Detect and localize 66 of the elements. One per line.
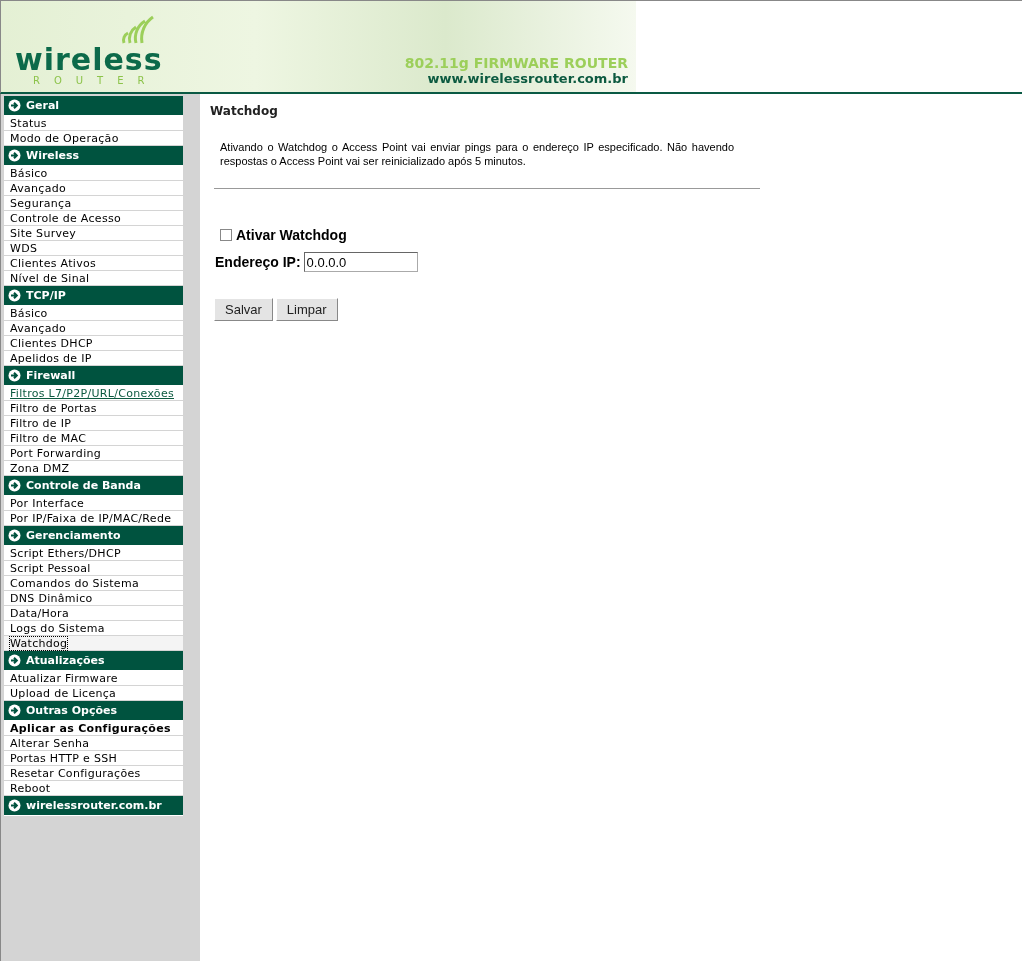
sidebar-section-header[interactable]: Atualizações	[4, 651, 183, 671]
sidebar-item[interactable]: Atualizar Firmware	[4, 671, 183, 686]
sidebar-item[interactable]: Resetar Configurações	[4, 766, 183, 781]
sidebar-item[interactable]: Upload de Licença	[4, 686, 183, 701]
sidebar-item[interactable]: Clientes Ativos	[4, 256, 183, 271]
sidebar-item[interactable]: Aplicar as Configurações	[4, 721, 183, 736]
sidebar-item[interactable]: Port Forwarding	[4, 446, 183, 461]
form-button[interactable]: Limpar	[275, 298, 338, 321]
sidebar-item[interactable]: Segurança	[4, 196, 183, 211]
sidebar-section-header[interactable]: Controle de Banda	[4, 476, 183, 496]
checkbox-label: Ativar Watchdog	[236, 227, 347, 243]
page-title: Watchdog	[210, 104, 279, 118]
sidebar-item[interactable]: Filtro de IP	[4, 416, 183, 431]
sidebar-item[interactable]: Por IP/Faixa de IP/MAC/Rede	[4, 511, 183, 526]
sidebar-item[interactable]: Básico	[4, 306, 183, 321]
banner-url: www.wirelessrouter.com.br	[427, 71, 628, 86]
sidebar-item[interactable]: Comandos do Sistema	[4, 576, 183, 591]
sidebar-item[interactable]: Portas HTTP e SSH	[4, 751, 183, 766]
sidebar-section-header[interactable]: wirelessrouter.com.br	[4, 796, 183, 816]
sidebar-item[interactable]: Nível de Sinal	[4, 271, 183, 286]
arrow-circle-icon	[8, 799, 21, 812]
arrow-circle-icon	[8, 149, 21, 162]
sidebar-item[interactable]: Filtro de MAC	[4, 431, 183, 446]
sidebar-item[interactable]: Avançado	[4, 181, 183, 196]
sidebar-item[interactable]: Clientes DHCP	[4, 336, 183, 351]
sidebar-section-header[interactable]: TCP/IP	[4, 286, 183, 306]
arrow-circle-icon	[8, 99, 21, 112]
sidebar-item[interactable]: Alterar Senha	[4, 736, 183, 751]
sidebar-item[interactable]: Site Survey	[4, 226, 183, 241]
sidebar-section-header[interactable]: Wireless	[4, 146, 183, 166]
sidebar-item[interactable]: WDS	[4, 241, 183, 256]
sidebar-item[interactable]: Script Ethers/DHCP	[4, 546, 183, 561]
sidebar-section-header[interactable]: Outras Opções	[4, 701, 183, 721]
checkbox[interactable]	[220, 229, 232, 241]
sidebar-item[interactable]: Filtros L7/P2P/URL/Conexões	[4, 386, 183, 401]
sidebar-section-header[interactable]: Geral	[4, 96, 183, 116]
sidebar-item[interactable]: Apelidos de IP	[4, 351, 183, 366]
sidebar-item[interactable]: Logs do Sistema	[4, 621, 183, 636]
description-text: Ativando o Watchdog o Access Point vai enviar pings para o endereço IP especificado. Não havendo respostas o Access Point vai ser reinicializado após 5 minutos.	[220, 140, 734, 168]
sidebar-item[interactable]: DNS Dinâmico	[4, 591, 183, 606]
logo-subtitle: ROUTER	[33, 75, 159, 86]
sidebar-item[interactable]: Watchdog	[4, 636, 183, 651]
sidebar-item[interactable]: Básico	[4, 166, 183, 181]
ip-input-field[interactable]: 0.0.0.0	[303, 252, 418, 272]
ip-label: Endereço IP:	[215, 254, 301, 270]
sidebar-item[interactable]: Modo de Operação	[4, 131, 183, 146]
arrow-circle-icon	[8, 479, 21, 492]
logo-text: wireless	[15, 45, 163, 75]
sidebar-item[interactable]: Controle de Acesso	[4, 211, 183, 226]
sidebar-section-header[interactable]: Gerenciamento	[4, 526, 183, 546]
sidebar-item[interactable]: Reboot	[4, 781, 183, 796]
sidebar-item[interactable]: Filtro de Portas	[4, 401, 183, 416]
sidebar-item[interactable]: Avançado	[4, 321, 183, 336]
sidebar-item[interactable]: Por Interface	[4, 496, 183, 511]
sidebar-item[interactable]: Status	[4, 116, 183, 131]
form-button[interactable]: Salvar	[214, 298, 273, 321]
arrow-circle-icon	[8, 369, 21, 382]
banner-tagline: 802.11g FIRMWARE ROUTER	[404, 55, 628, 71]
arrow-circle-icon	[8, 654, 21, 667]
arrow-circle-icon	[8, 289, 21, 302]
arrow-circle-icon	[8, 529, 21, 542]
sidebar-item[interactable]: Data/Hora	[4, 606, 183, 621]
sidebar-item[interactable]: Zona DMZ	[4, 461, 183, 476]
sidebar-item[interactable]: Script Pessoal	[4, 561, 183, 576]
sidebar-section-header[interactable]: Firewall	[4, 366, 183, 386]
arrow-circle-icon	[8, 704, 21, 717]
